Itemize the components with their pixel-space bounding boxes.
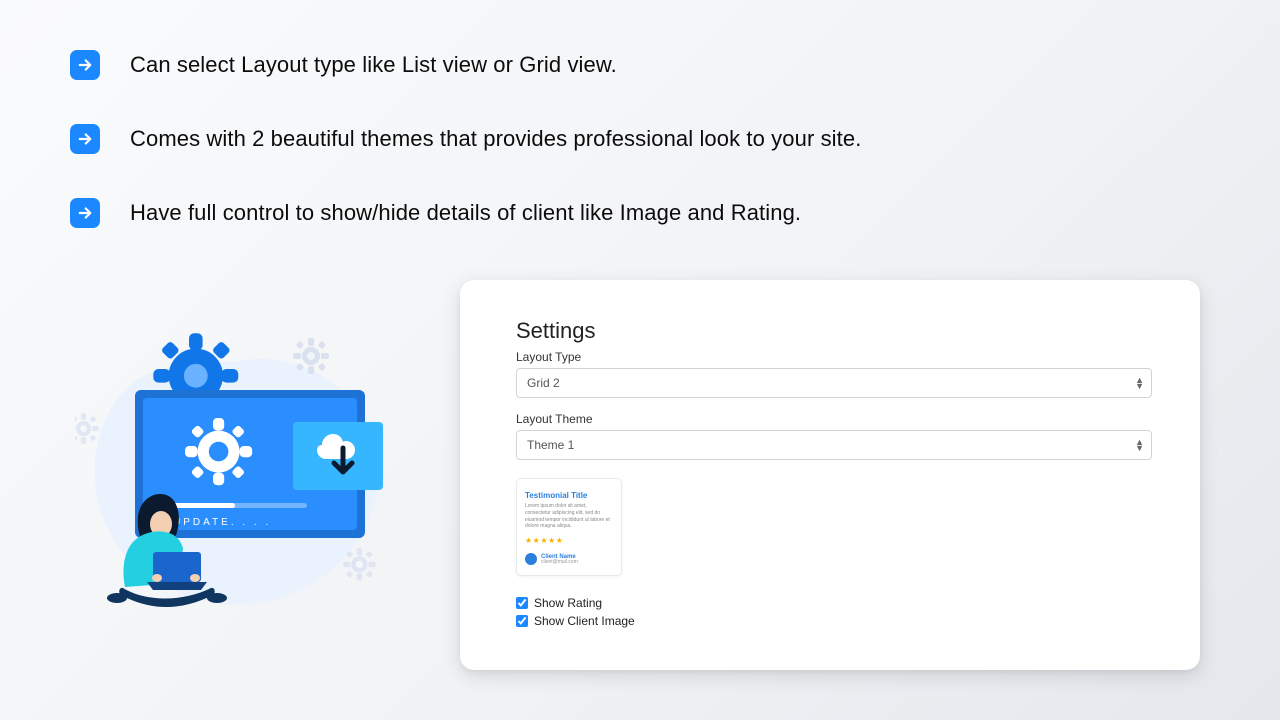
layout-type-label: Layout Type — [516, 350, 1152, 364]
layout-type-select[interactable]: Grid 2 — [516, 368, 1152, 398]
arrow-right-icon — [70, 198, 100, 228]
preview-client-email: client@mail.com — [541, 560, 578, 565]
avatar-icon — [525, 553, 537, 565]
illustration-update-label: UPDATE. . . . — [173, 517, 271, 528]
check-show-client-image[interactable]: Show Client Image — [516, 614, 1152, 628]
feature-bullet: Comes with 2 beautiful themes that provi… — [70, 124, 861, 154]
field-layout-theme: Layout Theme Theme 1 ▲▼ — [516, 412, 1152, 460]
layout-theme-label: Layout Theme — [516, 412, 1152, 426]
preview-client: Client Name client@mail.com — [525, 553, 613, 565]
show-client-image-label: Show Client Image — [534, 614, 635, 628]
arrow-right-icon — [70, 124, 100, 154]
show-rating-label: Show Rating — [534, 596, 602, 610]
field-layout-type: Layout Type Grid 2 ▲▼ — [516, 350, 1152, 398]
layout-theme-select[interactable]: Theme 1 — [516, 430, 1152, 460]
testimonial-preview-card: Testimonial Title Lorem ipsum dolor sit … — [516, 478, 622, 576]
show-client-image-checkbox[interactable] — [516, 615, 528, 627]
bullet-text: Comes with 2 beautiful themes that provi… — [130, 126, 861, 152]
bullet-text: Have full control to show/hide details o… — [130, 200, 801, 226]
settings-heading: Settings — [516, 318, 1152, 344]
bullet-text: Can select Layout type like List view or… — [130, 52, 617, 78]
settings-illustration: UPDATE. . . . — [75, 330, 405, 630]
feature-bullet-list: Can select Layout type like List view or… — [70, 50, 861, 228]
preview-title: Testimonial Title — [525, 491, 613, 500]
preview-stars: ★★★★★ — [525, 536, 613, 545]
settings-panel: Settings Layout Type Grid 2 ▲▼ Layout Th… — [460, 280, 1200, 670]
show-rating-checkbox[interactable] — [516, 597, 528, 609]
feature-bullet: Can select Layout type like List view or… — [70, 50, 861, 80]
feature-bullet: Have full control to show/hide details o… — [70, 198, 861, 228]
check-show-rating[interactable]: Show Rating — [516, 596, 1152, 610]
preview-body: Lorem ipsum dolor sit amet, consectetur … — [525, 503, 613, 530]
arrow-right-icon — [70, 50, 100, 80]
